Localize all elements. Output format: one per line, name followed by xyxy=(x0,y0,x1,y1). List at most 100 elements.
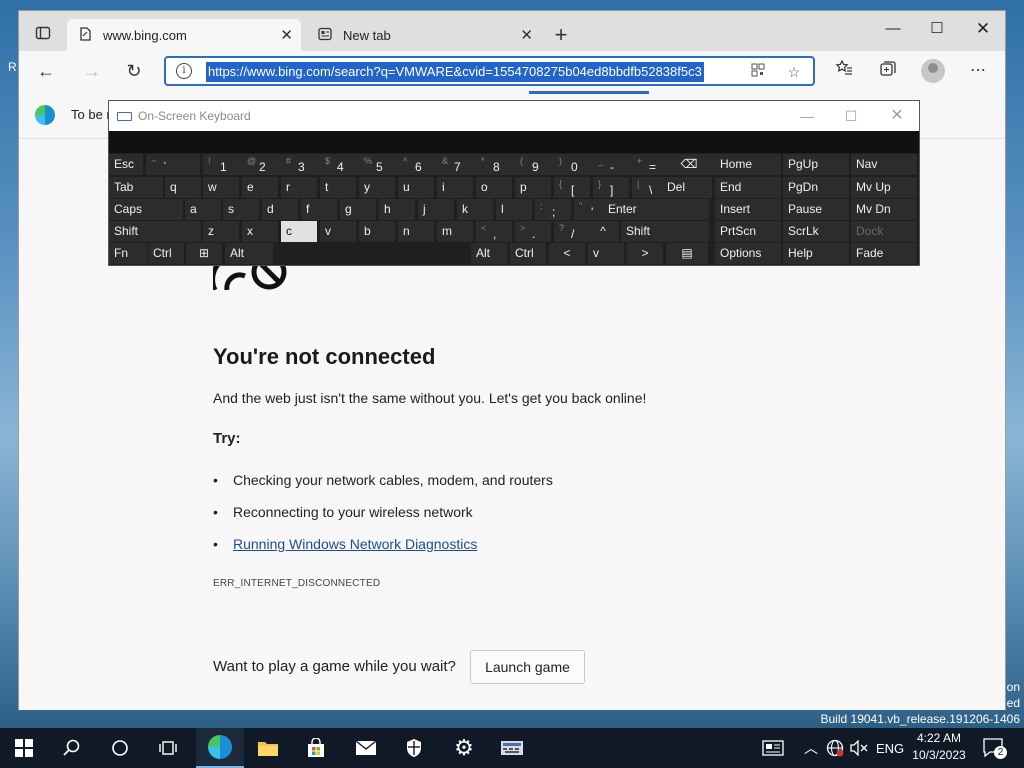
key-y[interactable]: y xyxy=(359,177,395,198)
search-icon[interactable] xyxy=(48,728,96,768)
key-scrlk[interactable]: ScrLk xyxy=(783,221,849,242)
osk-close-button[interactable]: ✕ xyxy=(887,107,907,125)
key-x[interactable]: x xyxy=(242,221,278,242)
key-v[interactable]: v xyxy=(588,243,624,264)
launch-game-button[interactable]: Launch game xyxy=(470,650,585,684)
key-esc[interactable]: Esc xyxy=(109,154,143,175)
volume-muted-icon[interactable] xyxy=(850,728,868,768)
start-button[interactable] xyxy=(0,728,48,768)
key-alt[interactable]: Alt xyxy=(225,243,273,264)
key[interactable]: ▤ xyxy=(666,243,708,264)
key[interactable]: ⊞ xyxy=(186,243,222,264)
osk-minimize-button[interactable]: — xyxy=(797,107,817,125)
security-icon[interactable] xyxy=(390,728,438,768)
forward-icon[interactable]: → xyxy=(79,59,105,83)
close-tab-icon[interactable]: ✕ xyxy=(520,26,533,44)
key-pgup[interactable]: PgUp xyxy=(783,154,849,175)
key-alt[interactable]: Alt xyxy=(471,243,507,264)
tab-actions-icon[interactable] xyxy=(33,25,53,45)
edge-taskbar-icon[interactable] xyxy=(196,728,244,768)
key-mvup[interactable]: Mv Up xyxy=(851,177,917,198)
favorites-icon[interactable] xyxy=(831,59,857,83)
collections-icon[interactable] xyxy=(875,59,901,83)
key-v[interactable]: v xyxy=(320,221,356,242)
key[interactable]: <, xyxy=(476,221,512,242)
key-r[interactable]: r xyxy=(281,177,317,198)
key-o[interactable]: o xyxy=(476,177,512,198)
key-shift[interactable]: Shift xyxy=(621,221,709,242)
profile-avatar[interactable] xyxy=(921,59,945,83)
key-pause[interactable]: Pause xyxy=(783,199,849,220)
key-shift[interactable]: Shift xyxy=(109,221,201,242)
key-s[interactable]: s xyxy=(223,199,259,220)
key-g[interactable]: g xyxy=(340,199,376,220)
key[interactable]: ? / xyxy=(554,221,590,242)
key[interactable]: > xyxy=(627,243,663,264)
mail-icon[interactable] xyxy=(342,728,390,768)
key-mvdn[interactable]: Mv Dn xyxy=(851,199,917,220)
key-p[interactable]: p xyxy=(515,177,551,198)
key-home[interactable]: Home xyxy=(715,154,781,175)
clock[interactable]: 4:22 AM 10/3/2023 xyxy=(912,730,966,764)
add-favorite-icon[interactable]: ☆ xyxy=(784,62,804,82)
tab-bing[interactable]: www.bing.com ✕ xyxy=(67,19,301,51)
key-w[interactable]: w xyxy=(203,177,239,198)
key[interactable]: {[ xyxy=(554,177,590,198)
key[interactable]: >. xyxy=(515,221,551,242)
key-a[interactable]: a xyxy=(185,199,221,220)
qr-code-icon[interactable] xyxy=(748,62,768,82)
close-window-button[interactable]: ✕ xyxy=(961,15,1005,43)
key[interactable]: ^ xyxy=(587,221,619,242)
new-tab-button[interactable]: + xyxy=(551,24,571,46)
cortana-icon[interactable] xyxy=(96,728,144,768)
key-dock[interactable]: Dock xyxy=(851,221,917,242)
key-e[interactable]: e xyxy=(242,177,278,198)
key-fn[interactable]: Fn xyxy=(109,243,147,264)
news-icon[interactable] xyxy=(762,728,784,768)
language-indicator[interactable]: ENG xyxy=(876,728,904,768)
task-view-icon[interactable] xyxy=(144,728,192,768)
more-menu-icon[interactable]: ⋯ xyxy=(965,59,991,83)
key[interactable]: ⌫ xyxy=(662,154,716,175)
key-j[interactable]: j xyxy=(418,199,454,220)
key-nav[interactable]: Nav xyxy=(851,154,917,175)
key-ctrl[interactable]: Ctrl xyxy=(510,243,546,264)
key-z[interactable]: z xyxy=(203,221,239,242)
back-icon[interactable]: ← xyxy=(33,59,59,83)
address-url[interactable]: https://www.bing.com/search?q=VMWARE&cvi… xyxy=(206,62,704,82)
store-icon[interactable] xyxy=(292,728,340,768)
chevron-up-icon[interactable]: ︿ xyxy=(804,728,818,768)
tab-new[interactable]: New tab ✕ xyxy=(307,19,541,51)
key-pgdn[interactable]: PgDn xyxy=(783,177,849,198)
refresh-icon[interactable]: ↻ xyxy=(121,59,147,83)
key-c[interactable]: c xyxy=(281,221,317,242)
file-explorer-icon[interactable] xyxy=(244,728,292,768)
key-q[interactable]: q xyxy=(165,177,201,198)
key-tab[interactable]: Tab xyxy=(109,177,163,198)
settings-icon[interactable]: ⚙ xyxy=(440,728,488,768)
address-bar[interactable]: i https://www.bing.com/search?q=VMWARE&c… xyxy=(164,56,815,86)
minimize-button[interactable]: — xyxy=(871,15,915,43)
key-ctrl[interactable]: Ctrl xyxy=(148,243,184,264)
key-insert[interactable]: Insert xyxy=(715,199,781,220)
key-del[interactable]: Del xyxy=(662,177,712,198)
key[interactable]: }] xyxy=(593,177,629,198)
key-i[interactable]: i xyxy=(437,177,473,198)
key-h[interactable]: h xyxy=(379,199,415,220)
notifications-icon[interactable]: 2 xyxy=(982,736,1007,760)
key-m[interactable]: m xyxy=(437,221,473,242)
close-tab-icon[interactable]: ✕ xyxy=(280,26,293,44)
key-t[interactable]: t xyxy=(320,177,356,198)
maximize-button[interactable]: ☐ xyxy=(915,15,959,43)
key-f[interactable]: f xyxy=(301,199,337,220)
key-u[interactable]: u xyxy=(398,177,434,198)
key-end[interactable]: End xyxy=(715,177,781,198)
key[interactable]: < xyxy=(549,243,585,264)
osk-maximize-button[interactable]: ☐ xyxy=(841,107,861,125)
key-b[interactable]: b xyxy=(359,221,395,242)
key[interactable]: ~ ` xyxy=(146,154,200,175)
key-help[interactable]: Help xyxy=(783,243,849,264)
key-d[interactable]: d xyxy=(262,199,298,220)
key-enter[interactable]: Enter xyxy=(603,199,709,220)
key-prtscn[interactable]: PrtScn xyxy=(715,221,781,242)
